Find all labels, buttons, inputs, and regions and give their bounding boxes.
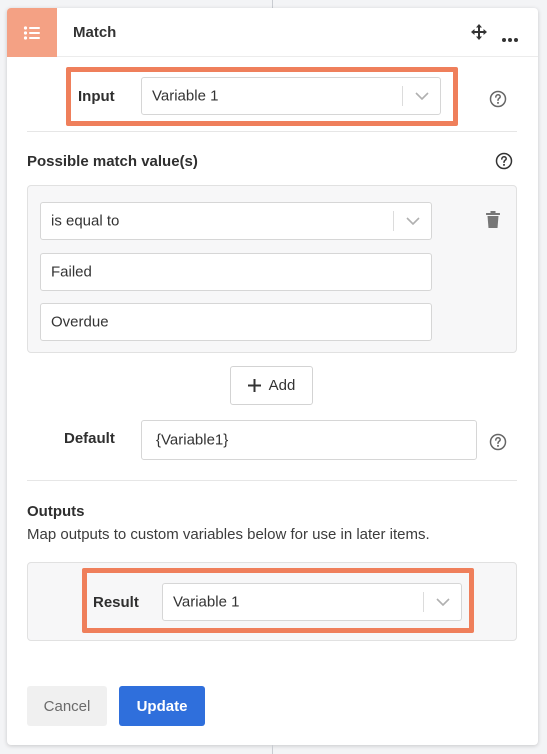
default-input[interactable]: {Variable1} (141, 420, 477, 460)
result-select-value: Variable 1 (173, 593, 240, 611)
result-label: Result (93, 594, 139, 611)
result-select[interactable]: Variable 1 (162, 583, 462, 621)
default-label: Default (64, 430, 115, 447)
match-values-help-icon[interactable] (495, 152, 513, 170)
plus-icon (247, 379, 261, 392)
section-divider (27, 480, 517, 481)
select-separator (423, 592, 424, 612)
cancel-button[interactable]: Cancel (27, 686, 107, 726)
delete-icon[interactable] (486, 211, 500, 228)
chevron-down-icon (415, 92, 429, 100)
match-value-input-2[interactable]: Overdue (40, 303, 432, 341)
move-icon[interactable] (470, 23, 488, 41)
match-values-title: Possible match value(s) (27, 153, 198, 170)
more-options-icon[interactable] (501, 30, 519, 42)
update-button[interactable]: Update (119, 686, 205, 726)
flow-connector-bottom (272, 745, 273, 754)
input-select[interactable]: Variable 1 (141, 77, 441, 115)
match-step-panel: Match Input Variable 1 Possible match va… (7, 8, 538, 745)
match-value-1: Failed (51, 263, 92, 281)
list-icon (7, 8, 57, 57)
input-help-icon[interactable] (489, 90, 507, 108)
default-help-icon[interactable] (489, 433, 507, 451)
outputs-title: Outputs (27, 503, 85, 520)
add-match-value-button[interactable]: Add (230, 366, 313, 405)
match-value-input-1[interactable]: Failed (40, 253, 432, 291)
chevron-down-icon (436, 598, 450, 606)
operator-select[interactable]: is equal to (40, 202, 432, 240)
outputs-description: Map outputs to custom variables below fo… (27, 526, 430, 543)
panel-header: Match (7, 8, 538, 57)
add-button-label: Add (268, 377, 296, 394)
operator-select-value: is equal to (51, 212, 120, 230)
default-value: {Variable1} (156, 431, 229, 449)
input-label: Input (78, 88, 115, 105)
section-divider (27, 131, 517, 132)
match-value-2: Overdue (51, 313, 109, 331)
panel-title: Match (73, 24, 117, 41)
select-separator (402, 86, 403, 106)
flow-connector-top (272, 0, 273, 8)
chevron-down-icon (406, 217, 420, 225)
select-separator (393, 211, 394, 231)
input-select-value: Variable 1 (152, 87, 219, 105)
